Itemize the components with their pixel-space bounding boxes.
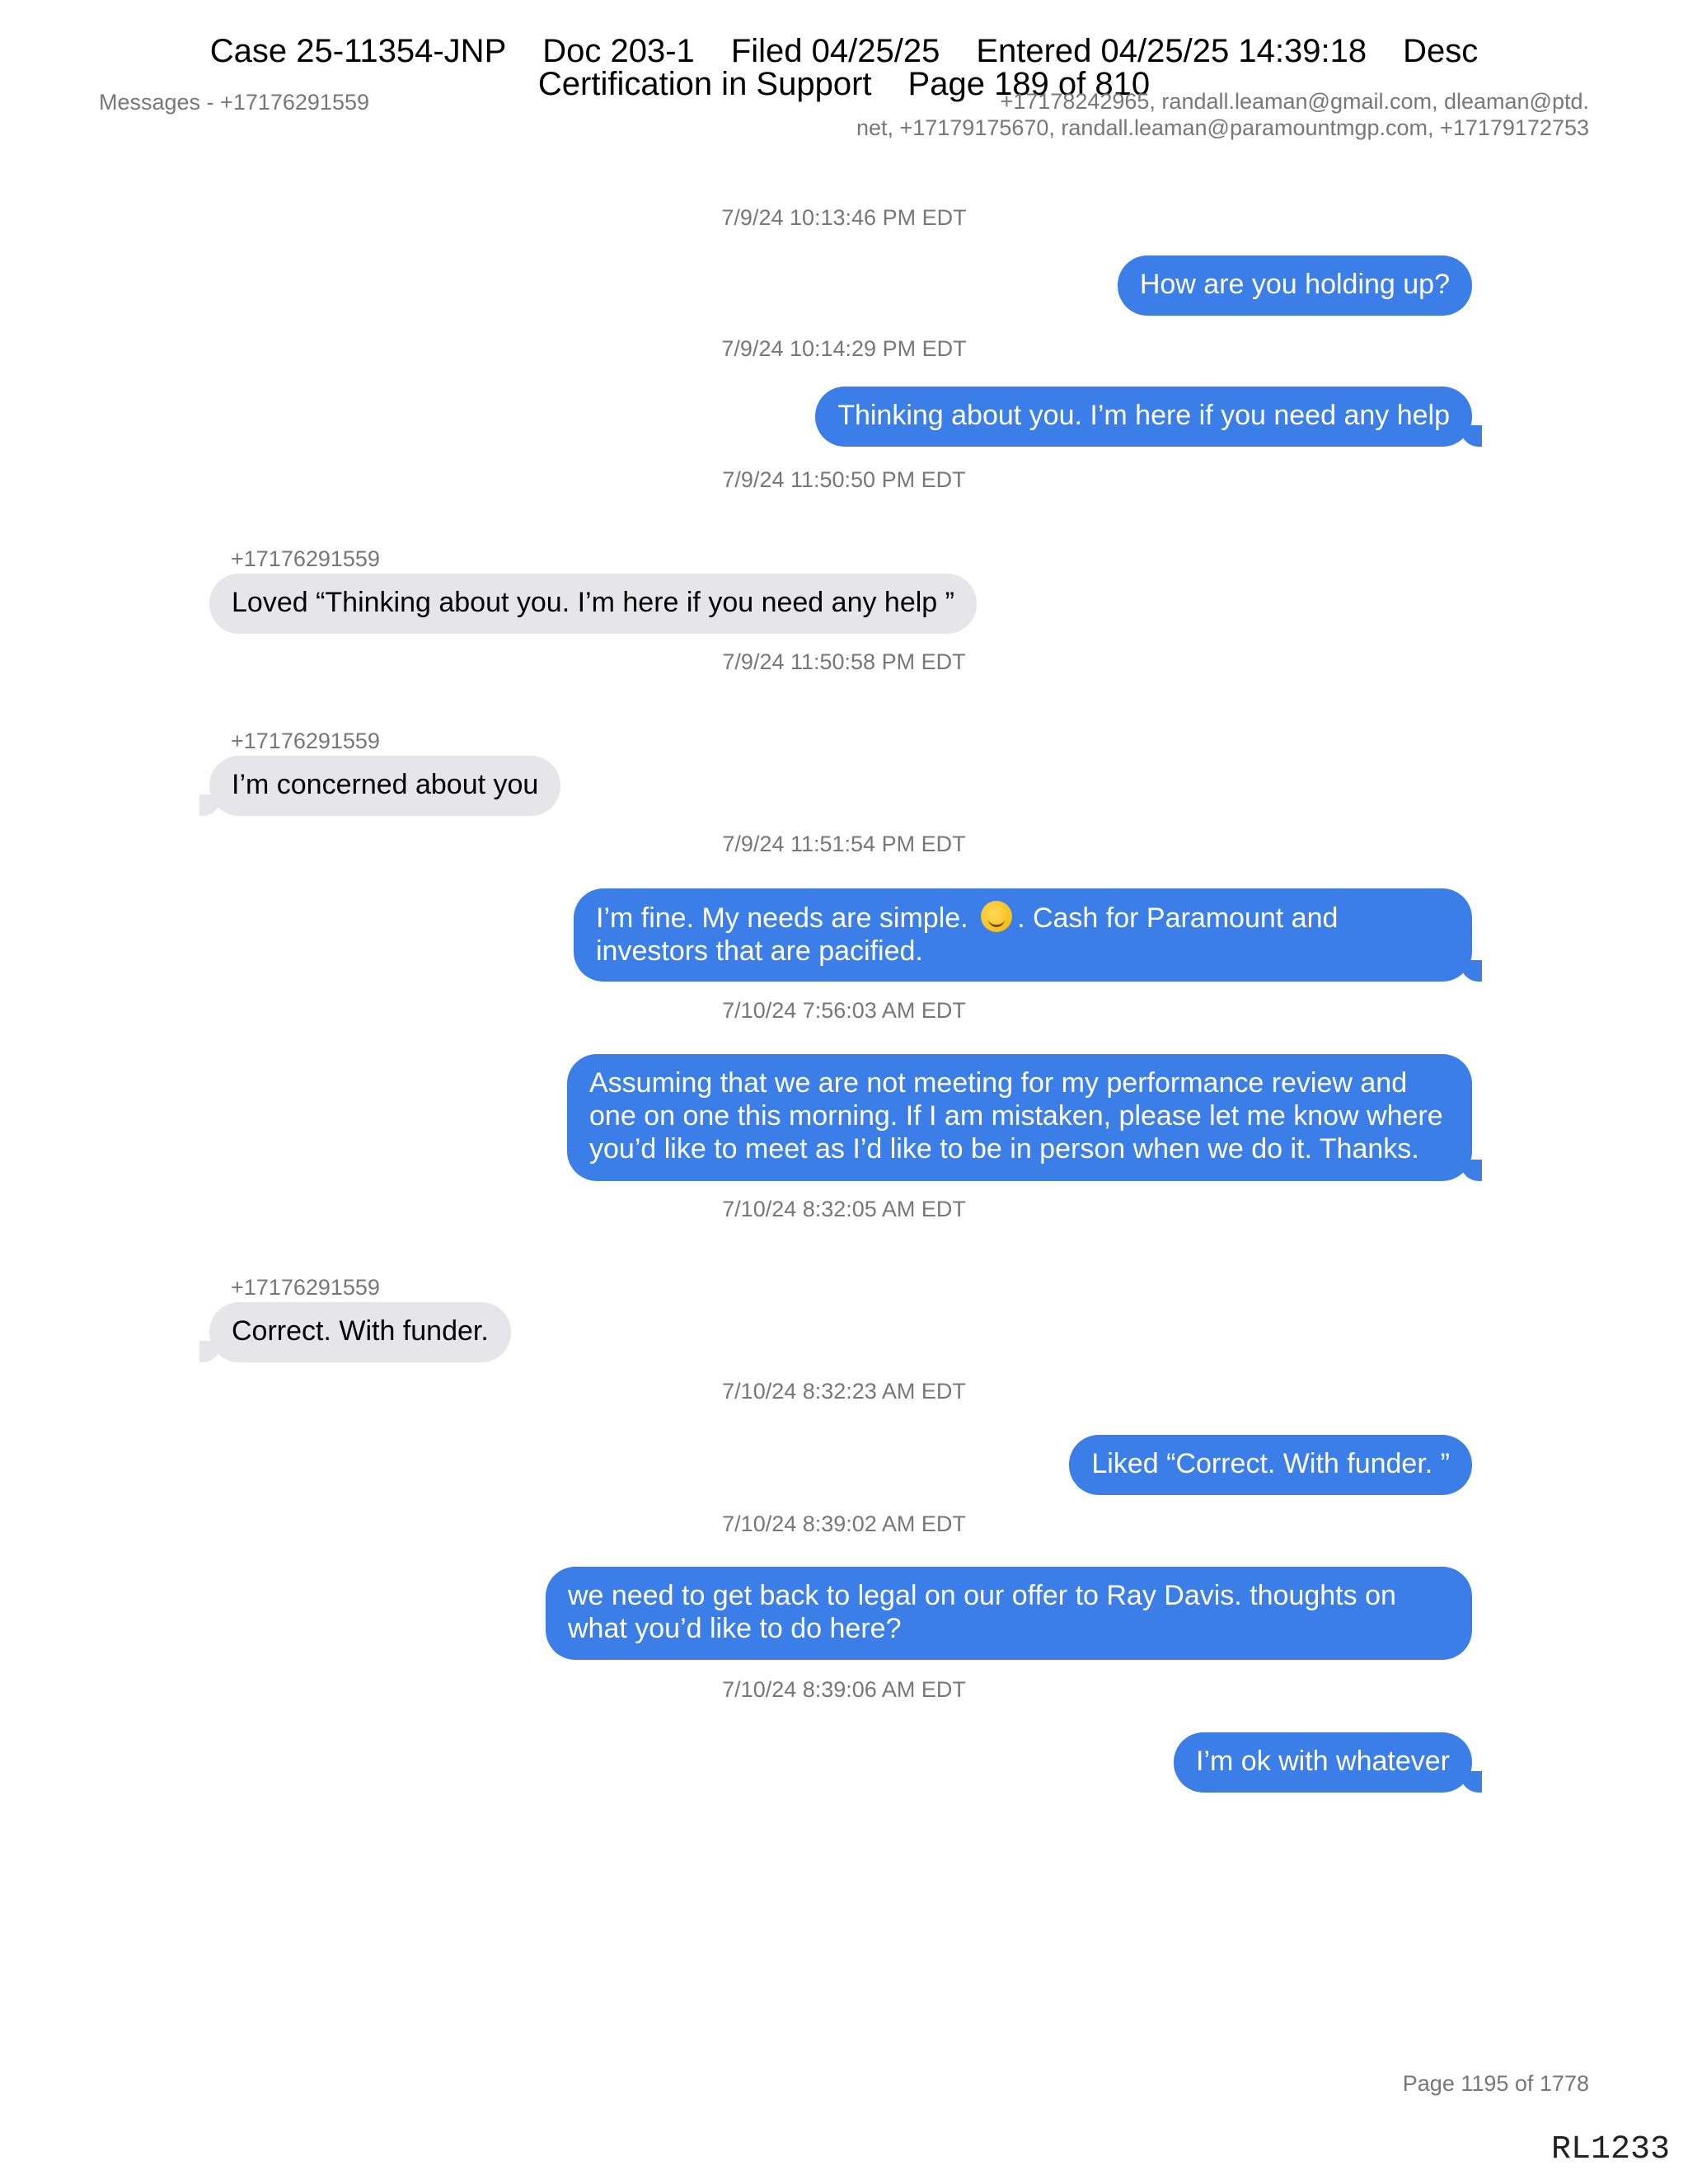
message-timestamp: 7/9/24 11:50:58 PM EDT bbox=[722, 649, 966, 674]
desc-label: Desc bbox=[1403, 33, 1479, 69]
export-page-number: Page 1195 of 1778 bbox=[1402, 2071, 1589, 2096]
message-timestamp: 7/10/24 8:39:06 AM EDT bbox=[722, 1677, 966, 1702]
message-timestamp: 7/10/24 8:32:23 AM EDT bbox=[722, 1379, 966, 1404]
entered-date: Entered 04/25/25 14:39:18 bbox=[976, 33, 1367, 69]
message-timestamp: 7/10/24 8:32:05 AM EDT bbox=[722, 1197, 966, 1221]
outgoing-message-bubble: I’m ok with whatever bbox=[1174, 1732, 1482, 1793]
incoming-message-bubble: Correct. With funder. bbox=[199, 1302, 511, 1362]
message-timestamp: 7/9/24 11:50:50 PM EDT bbox=[722, 467, 966, 492]
message-timestamp: 7/9/24 10:14:29 PM EDT bbox=[721, 336, 967, 361]
court-stamp-line-1: Case 25-11354-JNP Doc 203-1 Filed 04/25/25… bbox=[0, 34, 1688, 68]
outgoing-message-bubble: I’m fine. My needs are simple. . Cash fo… bbox=[574, 888, 1482, 982]
message-timestamp: 7/9/24 11:51:54 PM EDT bbox=[722, 832, 966, 856]
outgoing-message-bubble: Thinking about you. I’m here if you need… bbox=[815, 387, 1482, 447]
incoming-message-bubble: I’m concerned about you bbox=[199, 756, 561, 816]
doc-description: Certification in Support bbox=[537, 66, 872, 102]
doc-number: Doc 203-1 bbox=[542, 33, 695, 69]
smiling-face-emoji-icon bbox=[981, 901, 1013, 932]
message-timestamp: 7/9/24 10:13:46 PM EDT bbox=[721, 205, 967, 230]
participants-line-1: +17178242965, randall.leaman@gmail.com, … bbox=[1000, 89, 1589, 114]
message-timestamp: 7/10/24 7:56:03 AM EDT bbox=[722, 998, 966, 1023]
case-number: Case 25-11354-JNP bbox=[209, 33, 507, 69]
sender-label: +17176291559 bbox=[231, 1275, 380, 1300]
sender-label: +17176291559 bbox=[231, 546, 380, 571]
outgoing-message-bubble: Assuming that we are not meeting for my … bbox=[567, 1054, 1482, 1181]
participants-line-2: net, +17179175670, randall.leaman@paramo… bbox=[856, 115, 1589, 140]
participants-list: +17178242965, randall.leaman@gmail.com, … bbox=[847, 88, 1589, 141]
incoming-message-bubble: Loved “Thinking about you. I’m here if y… bbox=[209, 574, 977, 634]
bates-number: RL1233 bbox=[1550, 2131, 1670, 2168]
message-text: I’m fine. My needs are simple. bbox=[596, 902, 968, 934]
sender-label: +17176291559 bbox=[231, 729, 380, 753]
outgoing-message-bubble: we need to get back to legal on our offe… bbox=[546, 1567, 1472, 1660]
message-timestamp: 7/10/24 8:39:02 AM EDT bbox=[722, 1511, 966, 1536]
conversation-title: Messages - +17176291559 bbox=[99, 90, 369, 115]
outgoing-message-bubble: Liked “Correct. With funder. ” bbox=[1069, 1435, 1472, 1495]
outgoing-message-bubble: How are you holding up? bbox=[1117, 255, 1472, 316]
filed-date: Filed 04/25/25 bbox=[730, 33, 940, 69]
